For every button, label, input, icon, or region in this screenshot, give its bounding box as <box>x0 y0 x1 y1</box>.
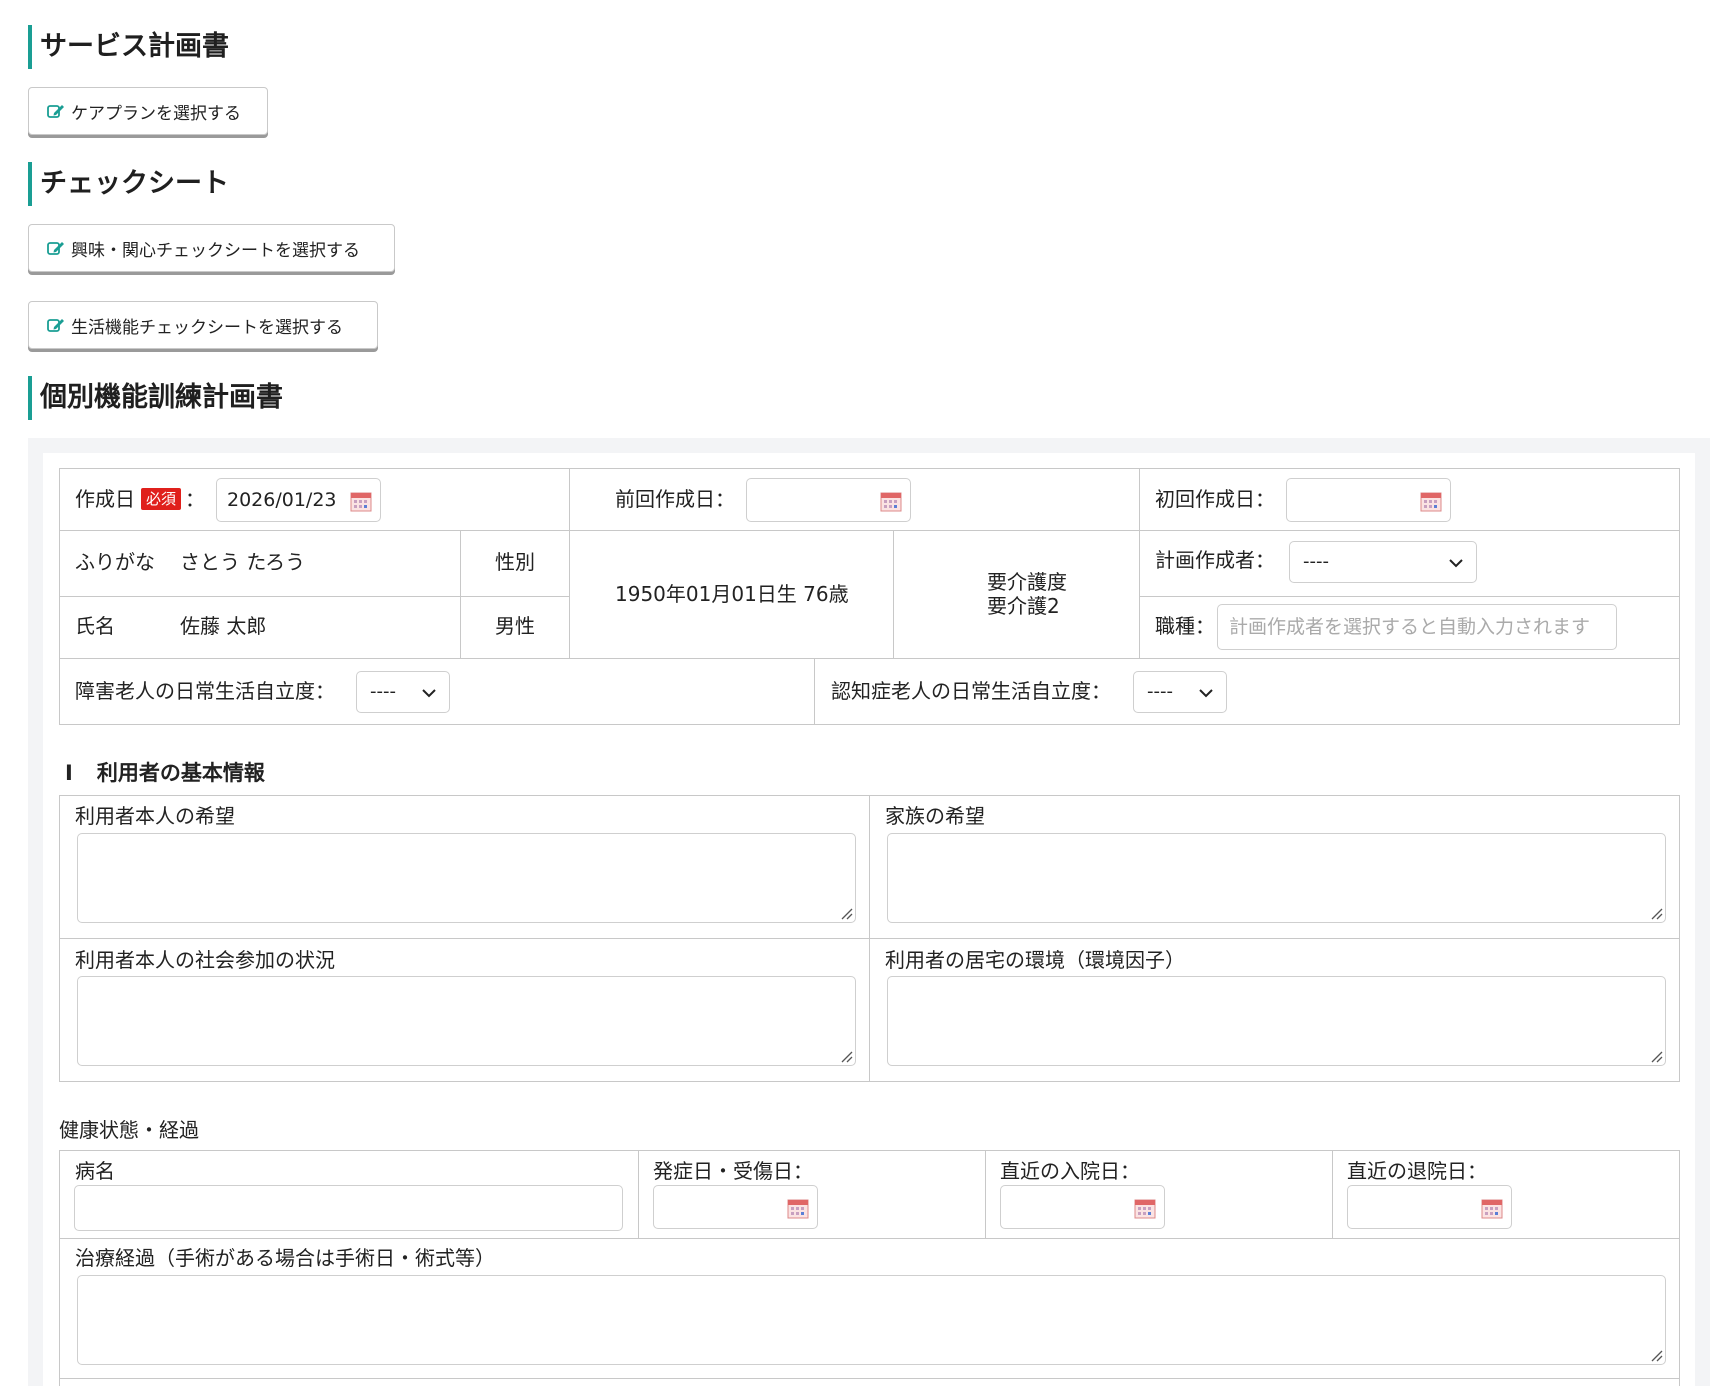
birth-date-age: 1950年01月01日生 76歳 <box>615 582 849 606</box>
dementia-independence-select[interactable]: ---- <box>1133 671 1227 713</box>
select-life-function-sheet-button[interactable]: 生活機能チェックシートを選択する <box>28 301 378 349</box>
col-divider <box>893 530 894 658</box>
furigana-label: ふりがな <box>75 550 155 574</box>
training-plan-panel: 作成日 必須： 2026/01/23 前回作成日： 初回作成日： ふりがな さとう… <box>28 438 1710 1386</box>
job-label: 職種： <box>1155 614 1215 638</box>
basic-info-heading: Ⅰ 利用者の基本情報 <box>65 761 265 785</box>
first-created-date-label: 初回作成日： <box>1155 487 1275 511</box>
select-care-plan-label: ケアプランを選択する <box>71 103 241 124</box>
col-divider <box>638 1150 639 1238</box>
disease-name-label: 病名 <box>75 1159 115 1183</box>
select-interest-sheet-button[interactable]: 興味・関心チェックシートを選択する <box>28 224 395 272</box>
name-value: 佐藤 太郎 <box>180 614 267 638</box>
col-divider <box>460 530 461 658</box>
social-participation-label: 利用者本人の社会参加の状況 <box>75 948 335 972</box>
section-title-service-plan: サービス計画書 <box>28 25 229 69</box>
onset-date-label: 発症日・受傷日： <box>653 1159 813 1183</box>
row-divider <box>59 658 1680 659</box>
row-divider <box>59 1238 1680 1239</box>
family-wish-label: 家族の希望 <box>885 804 985 828</box>
edit-icon <box>47 103 65 119</box>
resize-grip-icon[interactable] <box>1649 1348 1663 1362</box>
job-input[interactable]: 計画作成者を選択すると自動入力されます <box>1217 604 1617 650</box>
discharge-date-input[interactable] <box>1347 1185 1512 1229</box>
select-interest-sheet-label: 興味・関心チェックシートを選択する <box>71 240 360 261</box>
calendar-icon[interactable] <box>350 490 372 512</box>
dementia-independence-label: 認知症老人の日常生活自立度： <box>831 679 1111 703</box>
row-divider <box>59 938 1680 939</box>
chevron-down-icon <box>422 689 436 698</box>
treatment-progress-textarea[interactable] <box>77 1275 1666 1365</box>
planner-label: 計画作成者： <box>1155 548 1275 572</box>
name-label: 氏名 <box>75 614 115 638</box>
col-divider <box>985 1150 986 1238</box>
row-divider <box>59 596 569 597</box>
required-badge: 必須 <box>141 488 182 510</box>
treatment-progress-label: 治療経過（手術がある場合は手術日・術式等） <box>75 1246 495 1270</box>
resize-grip-icon[interactable] <box>839 1049 853 1063</box>
col-divider <box>1139 468 1140 658</box>
page: サービス計画書 ケアプランを選択する チェックシート 興味・関心チェックシートを… <box>0 0 1726 1386</box>
prev-created-date-input[interactable] <box>746 478 911 522</box>
col-divider <box>814 658 815 725</box>
calendar-icon[interactable] <box>1481 1197 1503 1219</box>
first-created-date-input[interactable] <box>1286 478 1451 522</box>
social-participation-textarea[interactable] <box>77 976 856 1066</box>
admission-date-label: 直近の入院日： <box>1000 1159 1140 1183</box>
calendar-icon[interactable] <box>1134 1197 1156 1219</box>
resize-grip-icon[interactable] <box>1649 1049 1663 1063</box>
user-wish-label: 利用者本人の希望 <box>75 804 235 828</box>
care-level-label: 要介護度 <box>987 570 1067 594</box>
care-level-value: 要介護2 <box>987 594 1060 618</box>
family-wish-textarea[interactable] <box>887 833 1666 923</box>
col-divider <box>569 468 570 658</box>
calendar-icon[interactable] <box>1420 490 1442 512</box>
calendar-icon[interactable] <box>880 490 902 512</box>
furigana-value: さとう たろう <box>180 550 306 574</box>
chevron-down-icon <box>1449 559 1463 568</box>
created-date-label: 作成日 必須： <box>75 487 206 511</box>
row-divider <box>1139 596 1680 597</box>
prev-created-date-label: 前回作成日： <box>615 487 735 511</box>
disability-independence-label: 障害老人の日常生活自立度： <box>75 679 335 703</box>
gender-label: 性別 <box>495 550 535 574</box>
edit-icon <box>47 317 65 333</box>
calendar-icon[interactable] <box>787 1197 809 1219</box>
admission-date-input[interactable] <box>1000 1185 1165 1229</box>
health-status-heading: 健康状態・経過 <box>59 1118 199 1142</box>
col-divider <box>1332 1150 1333 1238</box>
home-environment-textarea[interactable] <box>887 976 1666 1066</box>
resize-grip-icon[interactable] <box>1649 906 1663 920</box>
edit-icon <box>47 240 65 256</box>
disability-independence-select[interactable]: ---- <box>356 671 450 713</box>
gender-value: 男性 <box>495 614 535 638</box>
user-wish-textarea[interactable] <box>77 833 856 923</box>
home-environment-label: 利用者の居宅の環境（環境因子） <box>885 948 1185 972</box>
training-plan-form: 作成日 必須： 2026/01/23 前回作成日： 初回作成日： ふりがな さとう… <box>43 453 1695 1386</box>
disease-name-input[interactable] <box>74 1185 623 1231</box>
row-divider <box>59 1378 1680 1379</box>
select-care-plan-button[interactable]: ケアプランを選択する <box>28 87 268 135</box>
planner-select[interactable]: ---- <box>1289 541 1477 583</box>
discharge-date-label: 直近の退院日： <box>1347 1159 1487 1183</box>
created-date-input[interactable]: 2026/01/23 <box>216 478 381 522</box>
onset-date-input[interactable] <box>653 1185 818 1229</box>
section-title-training-plan: 個別機能訓練計画書 <box>28 376 283 420</box>
chevron-down-icon <box>1199 689 1213 698</box>
resize-grip-icon[interactable] <box>839 906 853 920</box>
section-title-check-sheet: チェックシート <box>28 162 229 206</box>
row-divider <box>59 530 1680 531</box>
select-life-function-sheet-label: 生活機能チェックシートを選択する <box>71 317 343 338</box>
